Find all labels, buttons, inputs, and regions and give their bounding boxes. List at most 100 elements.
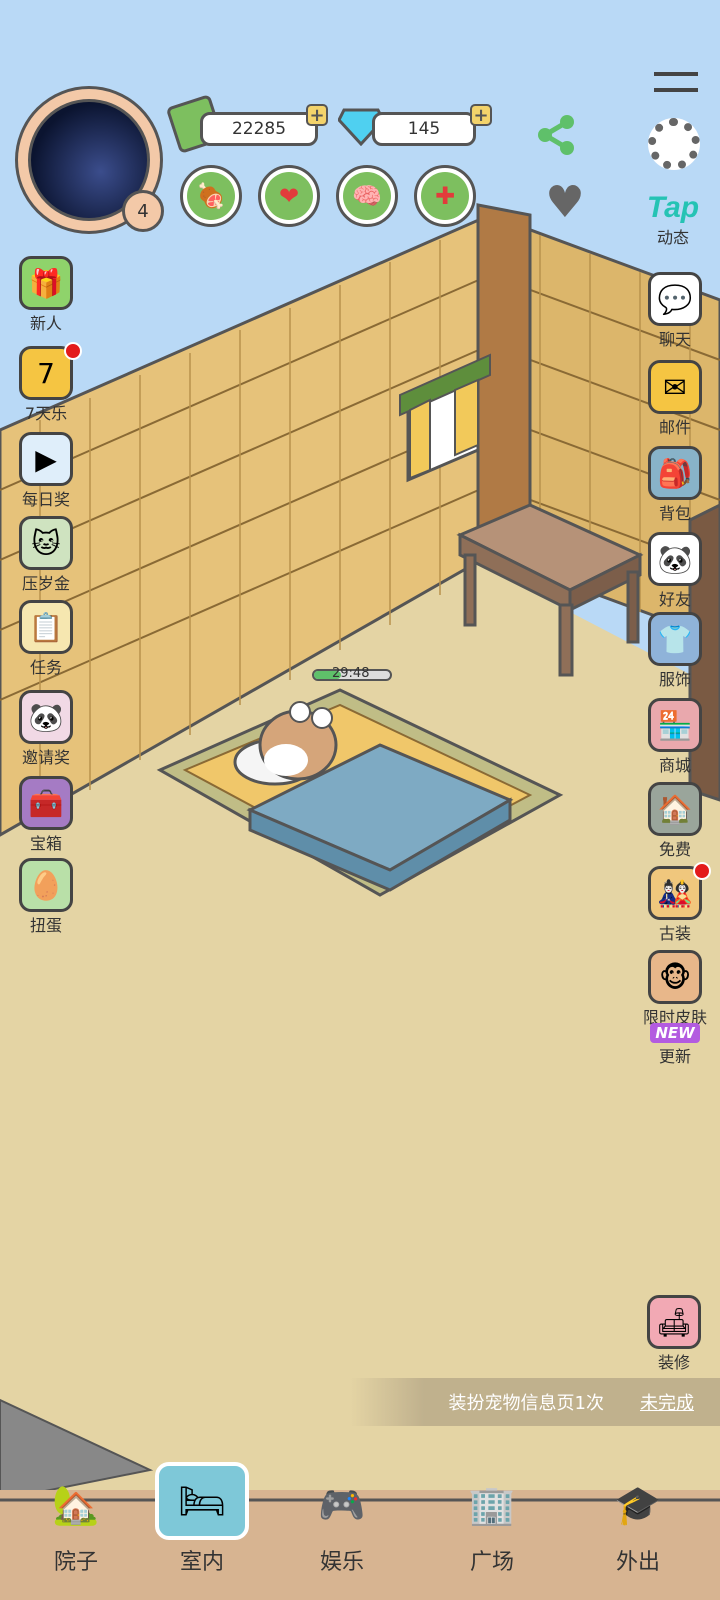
share-icon[interactable] [533,112,579,158]
backpack-icon: 🎒 [648,446,702,500]
menu-item-chat[interactable]: 💬 聊天 [635,272,715,350]
nav-outing-label: 外出 [615,1550,660,1575]
tasks-label: 任务 [29,658,62,677]
need-food-button[interactable]: 🍖 [180,165,242,227]
cash-value: 22285 [231,119,287,139]
treasure-label: 宝箱 [29,834,62,853]
nav-square-label: 广场 [469,1550,514,1575]
menu-icon[interactable] [654,72,698,92]
health-icon: ✚ [421,172,469,220]
menu-item-daily-reward[interactable]: ▶ 每日奖 [6,432,86,510]
building-icon: 🏢 [468,1482,516,1527]
menu-item-newbie[interactable]: 🎁 新人 [6,256,86,334]
quest-banner[interactable]: 装扮宠物信息页1次 未完成 [350,1378,720,1426]
menu-item-ancient[interactable]: 🎎 古装 [635,862,715,944]
need-mood-button[interactable]: ❤ [258,165,320,227]
menu-item-gacha[interactable]: 🥚 扭蛋 [6,858,86,936]
nav-entertainment-label: 娱乐 [319,1550,364,1575]
menu-item-free[interactable]: 🏠 免费 [635,782,715,860]
video-icon: ▶ [19,432,73,486]
update-label: 更新 [658,1047,691,1066]
briefcase-icon: 🎓 [614,1482,662,1527]
need-brain-button[interactable]: 🧠 [336,165,398,227]
quest-text: 装扮宠物信息页1次 [448,1393,604,1414]
newbie-label: 新人 [29,314,62,333]
quest-status[interactable]: 未完成 [640,1389,694,1415]
add-gem-button[interactable]: + [470,104,492,126]
shop-label: 商城 [658,756,691,775]
bag-label: 背包 [658,504,691,523]
menu-item-clothes[interactable]: 👕 服饰 [635,612,715,690]
menu-item-seven-day[interactable]: 7 7天乐 [6,342,86,424]
room-scene [0,203,720,1600]
level-text: 4 [137,200,149,222]
timer-text: 29:48 [332,666,370,681]
clothes-label: 服饰 [658,670,691,689]
gamepad-icon: 🎮 [318,1482,366,1527]
bed-icon: 🛏 [155,1462,249,1540]
gacha-label: 扭蛋 [29,916,62,935]
menu-item-invite[interactable]: 🐼 邀请奖 [6,690,86,768]
gear-icon[interactable] [648,118,700,170]
mail-label: 邮件 [658,418,691,437]
new-badge: NEW [650,1023,700,1043]
nav-yard-label: 院子 [53,1550,98,1575]
gift-icon: 🎁 [19,256,73,310]
brain-icon: 🧠 [343,172,391,220]
menu-item-treasure[interactable]: 🧰 宝箱 [6,776,86,854]
calendar-icon: 📋 [19,600,73,654]
gacha-icon: 🥚 [19,858,73,912]
hearts-icon[interactable]: ♥ [535,178,595,228]
ancient-label: 古装 [658,924,691,943]
sofa-icon: 🛋 [647,1295,701,1349]
cat-money-icon: 🐱 [19,516,73,570]
menu-item-skins[interactable]: 🐵 限时皮肤 [635,950,715,1028]
nav-indoor-label: 室内 [179,1550,224,1575]
free-label: 免费 [658,840,691,859]
menu-item-red-envelope[interactable]: 🐱 压岁金 [6,516,86,594]
cash-counter: 22285 [200,112,318,146]
friends-label: 好友 [658,590,691,609]
mail-icon: ✉ [648,360,702,414]
menu-item-bag[interactable]: 🎒 背包 [635,446,715,524]
chest-icon: 🧰 [19,776,73,830]
gem-counter: 145 [372,112,476,146]
menu-item-tasks[interactable]: 📋 任务 [6,600,86,678]
invite-label: 邀请奖 [21,748,70,767]
nav-square[interactable]: 🏢 广场 [432,1456,552,1576]
shop-icon: 🏪 [648,698,702,752]
daily-reward-label: 每日奖 [21,490,70,509]
nav-outing[interactable]: 🎓 外出 [578,1456,698,1576]
notification-dot [693,862,711,880]
tap-label: 动态 [656,228,689,247]
gem-value: 145 [407,119,441,139]
house-icon: 🏠 [648,782,702,836]
menu-item-mail[interactable]: ✉ 邮件 [635,360,715,438]
notification-dot [64,342,82,360]
menu-item-shop[interactable]: 🏪 商城 [635,698,715,776]
sleep-timer: 29:48 [312,666,392,681]
chat-bubble-icon: 💬 [648,272,702,326]
red-envelope-label: 压岁金 [21,574,70,593]
panda-invite-icon: 🐼 [19,690,73,744]
monkey-skin-icon: 🐵 [648,950,702,1004]
chat-label: 聊天 [658,330,691,349]
shirt-icon: 👕 [648,612,702,666]
decorate-label: 装修 [657,1353,690,1372]
nav-yard[interactable]: 🏡 院子 [16,1456,136,1576]
decorate-button[interactable]: 🛋 装修 [636,1295,712,1373]
add-cash-button[interactable]: + [306,104,328,126]
panda-friends-icon: 🐼 [648,532,702,586]
tap-logo: Tap [646,191,700,224]
house-red-icon: 🏡 [52,1482,100,1527]
update-button[interactable]: NEW 更新 [640,1023,710,1067]
food-icon: 🍖 [187,172,235,220]
menu-item-friends[interactable]: 🐼 好友 [635,532,715,610]
seven-day-label: 7天乐 [24,404,68,423]
tap-button[interactable]: Tap 动态 [638,192,708,248]
heart-icon: ❤ [265,172,313,220]
level-badge: 4 [122,190,164,232]
need-health-button[interactable]: ✚ [414,165,476,227]
nav-indoor[interactable]: 🛏 室内 [142,1456,262,1576]
nav-entertainment[interactable]: 🎮 娱乐 [282,1456,402,1576]
